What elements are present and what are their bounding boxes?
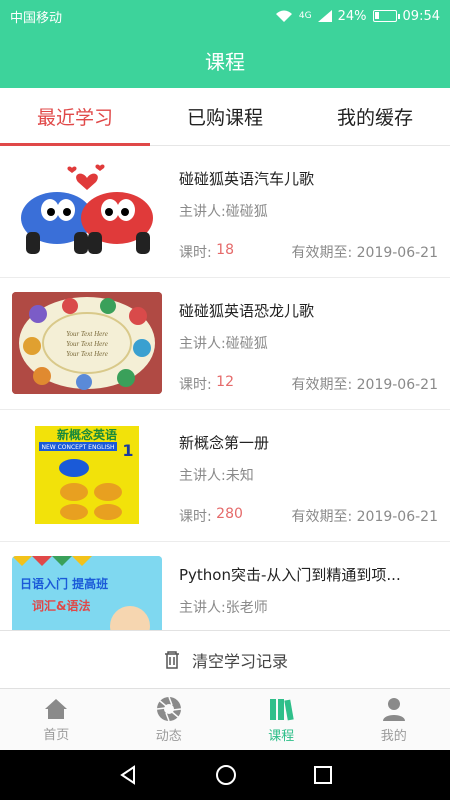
course-info: 新概念第一册 主讲人:未知 xyxy=(179,432,438,485)
book-volume: 1 xyxy=(122,441,133,460)
book-subtitle: NEW CONCEPT ENGLISH xyxy=(41,444,114,451)
wifi-icon xyxy=(275,10,292,22)
course-info: Python突击-从入门到精通到项... 主讲人:张老师 xyxy=(179,564,438,617)
back-icon[interactable] xyxy=(117,764,139,786)
course-teacher: 主讲人:张老师 xyxy=(179,600,268,616)
battery-icon xyxy=(372,10,400,22)
book-title: 新概念英语 xyxy=(57,427,117,442)
course-title: 新概念第一册 xyxy=(179,434,270,452)
nav-home[interactable]: 首页 xyxy=(0,689,113,750)
hours-label: 课时: xyxy=(179,245,212,261)
course-thumbnail-cars xyxy=(12,160,162,262)
hours-value: 12 xyxy=(216,374,234,390)
carrier-label: 中国移动 xyxy=(10,10,63,26)
course-thumbnail-dinosaurs: Your Text Here Your Text Here Your Text … xyxy=(12,292,162,394)
hours-value: 280 xyxy=(216,506,243,522)
nav-courses[interactable]: 课程 xyxy=(225,689,338,750)
home-icon xyxy=(45,698,68,719)
aperture-icon xyxy=(156,696,181,721)
hours-label: 课时: xyxy=(179,509,212,525)
hours-label: 课时: xyxy=(179,377,212,393)
course-info: 碰碰狐英语恐龙儿歌 主讲人:碰碰狐 xyxy=(179,300,438,353)
course-meta: 课时: 12 有效期至: 2019-06-21 xyxy=(179,374,438,394)
course-thumbnail-book: 新概念英语 NEW CONCEPT ENGLISH 1 xyxy=(12,424,162,526)
tab-recent-study[interactable]: 最近学习 xyxy=(0,88,150,146)
course-title: Python突击-从入门到精通到项... xyxy=(179,566,401,584)
clear-history-label: 清空学习记录 xyxy=(191,651,288,671)
valid-until: 有效期至: 2019-06-21 xyxy=(291,509,438,525)
signal-icon xyxy=(317,10,332,22)
status-icons: 4G 24% 09:54 xyxy=(275,9,440,24)
app-bar: 课程 xyxy=(0,32,450,88)
books-icon xyxy=(270,698,294,720)
tab-purchased-courses[interactable]: 已购课程 xyxy=(150,88,300,145)
course-teacher: 主讲人:碰碰狐 xyxy=(179,336,268,352)
course-item[interactable]: 新概念英语 NEW CONCEPT ENGLISH 1 新概念第一册 主讲人:未… xyxy=(0,410,450,542)
recents-icon[interactable] xyxy=(313,765,333,785)
nav-feed[interactable]: 动态 xyxy=(113,689,226,750)
valid-until: 有效期至: 2019-06-21 xyxy=(291,245,438,261)
tab-my-cache[interactable]: 我的缓存 xyxy=(300,88,450,145)
valid-until: 有效期至: 2019-06-21 xyxy=(291,377,438,393)
clear-history-button[interactable]: 清空学习记录 xyxy=(0,630,450,688)
course-item[interactable]: Your Text Here Your Text Here Your Text … xyxy=(0,278,450,410)
course-info: 碰碰狐英语汽车儿歌 主讲人:碰碰狐 xyxy=(179,168,438,221)
course-meta: 课时: 280 有效期至: 2019-06-21 xyxy=(179,506,438,526)
course-teacher: 主讲人:碰碰狐 xyxy=(179,204,268,220)
home-circle-icon[interactable] xyxy=(214,763,238,787)
banner-text: 词汇&语法 xyxy=(32,598,90,613)
course-list: 碰碰狐英语汽车儿歌 主讲人:碰碰狐 课时: 18 有效期至: 2019-06-2… xyxy=(0,146,450,630)
person-icon xyxy=(382,697,405,721)
course-item[interactable]: 碰碰狐英语汽车儿歌 主讲人:碰碰狐 课时: 18 有效期至: 2019-06-2… xyxy=(0,146,450,278)
battery-percent: 24% xyxy=(337,8,367,24)
hours-value: 18 xyxy=(216,242,234,258)
course-title: 碰碰狐英语恐龙儿歌 xyxy=(179,302,315,320)
course-title: 碰碰狐英语汽车儿歌 xyxy=(179,170,315,188)
thumb-text: Your Text Here xyxy=(66,340,108,348)
banner-text: 日语入门 提高班 xyxy=(20,576,108,591)
system-nav-bar xyxy=(0,750,450,800)
trash-icon xyxy=(164,650,179,669)
page-title: 课程 xyxy=(205,49,245,74)
course-teacher: 主讲人:未知 xyxy=(179,468,254,484)
bottom-nav: 首页 动态 课程 我的 xyxy=(0,688,450,750)
thumb-text: Your Text Here xyxy=(66,330,108,338)
tab-bar: 最近学习 已购课程 我的缓存 xyxy=(0,88,450,146)
network-label: 4G xyxy=(298,11,312,21)
thumb-text: Your Text Here xyxy=(66,350,108,358)
course-thumbnail-banner: 日语入门 提高班 词汇&语法 xyxy=(12,556,162,630)
course-item[interactable]: 日语入门 提高班 词汇&语法 Python突击-从入门到精通到项... 主讲人:… xyxy=(0,542,450,630)
clock: 09:54 xyxy=(402,8,440,24)
nav-profile[interactable]: 我的 xyxy=(338,689,450,750)
status-bar: 中国移动 4G 24% 09:54 xyxy=(0,0,450,32)
course-meta: 课时: 18 有效期至: 2019-06-21 xyxy=(179,242,438,262)
